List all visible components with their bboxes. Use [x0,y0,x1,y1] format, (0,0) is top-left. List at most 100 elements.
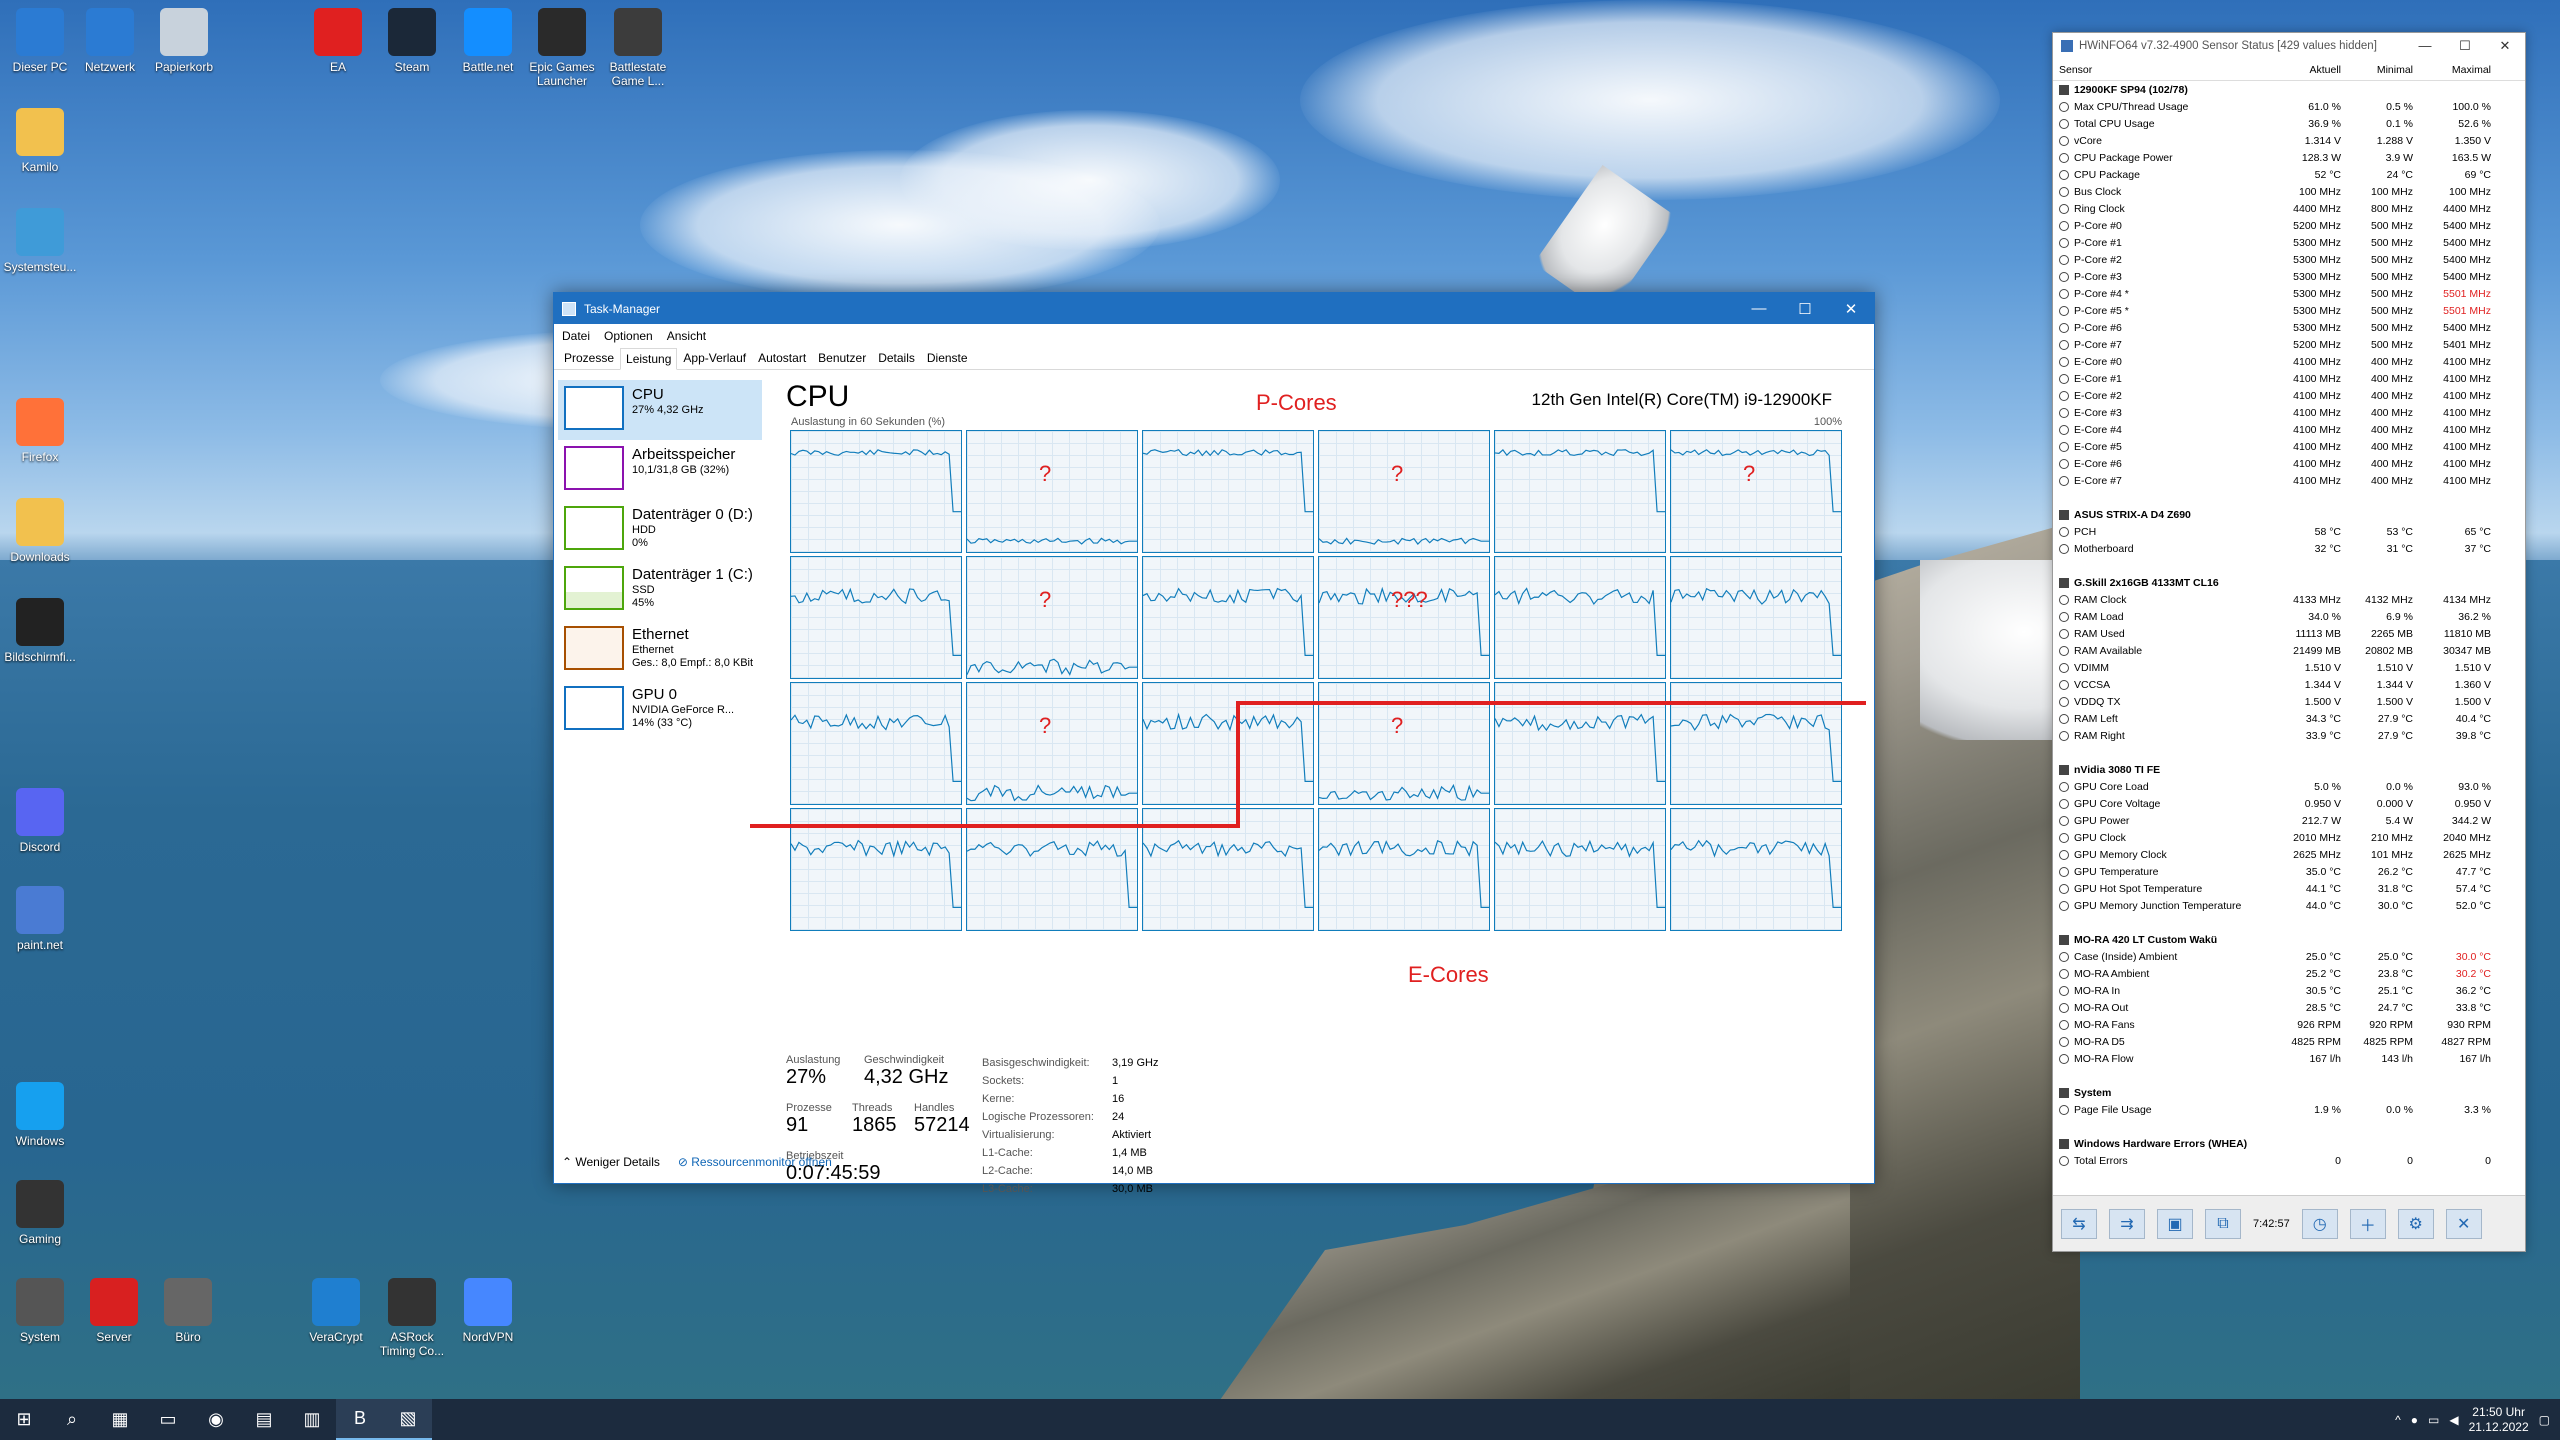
desktop-icon[interactable]: EA [298,8,378,74]
sensor-row[interactable]: P-Core #3 5300 MHz 500 MHz 5400 MHz [2053,268,2525,285]
desktop-icon[interactable]: Battlestate Game L... [598,8,678,88]
hwinfo-title-bar[interactable]: HWiNFO64 v7.32-4900 Sensor Status [429 v… [2053,33,2525,59]
sensor-row[interactable]: E-Core #4 4100 MHz 400 MHz 4100 MHz [2053,421,2525,438]
clock-icon[interactable]: ◷ [2301,1208,2338,1239]
sensor-row[interactable]: MO-RA Flow 167 l/h 143 l/h 167 l/h [2053,1050,2525,1067]
sensor-row[interactable]: MO-RA Ambient 25.2 °C 23.8 °C 30.2 °C [2053,965,2525,982]
sensor-row[interactable]: Case (Inside) Ambient 25.0 °C 25.0 °C 30.0 … [2053,948,2525,965]
desktop-icon[interactable]: Büro [148,1278,228,1344]
sensor-row[interactable]: P-Core #5 * 5300 MHz 500 MHz 5501 MHz [2053,302,2525,319]
tab-benutzer[interactable]: Benutzer [812,347,872,369]
sensor-group[interactable]: Windows Hardware Errors (WHEA) [2053,1135,2525,1152]
hwinfo-close-icon[interactable]: ✕ [2485,38,2525,54]
sensor-row[interactable]: E-Core #1 4100 MHz 400 MHz 4100 MHz [2053,370,2525,387]
sensor-row[interactable]: P-Core #2 5300 MHz 500 MHz 5400 MHz [2053,251,2525,268]
sensor-row[interactable]: GPU Memory Clock 2625 MHz 101 MHz 2625 MHz [2053,846,2525,863]
sensor-row[interactable]: P-Core #6 5300 MHz 500 MHz 5400 MHz [2053,319,2525,336]
desktop-icon[interactable]: Steam [372,8,452,74]
desktop-icon[interactable]: Discord [0,788,80,854]
col-sensor[interactable]: Sensor [2053,64,2275,76]
sensor-row[interactable]: P-Core #1 5300 MHz 500 MHz 5400 MHz [2053,234,2525,251]
sensor-row[interactable]: E-Core #7 4100 MHz 400 MHz 4100 MHz [2053,472,2525,489]
firefox-icon[interactable]: ◉ [192,1399,240,1440]
hwinfo-maximize-icon[interactable]: ☐ [2445,38,2485,54]
desktop-icon[interactable]: Epic Games Launcher [522,8,602,88]
sensor-row[interactable]: P-Core #7 5200 MHz 500 MHz 5401 MHz [2053,336,2525,353]
sensor-row[interactable]: vCore 1.314 V 1.288 V 1.350 V [2053,132,2525,149]
sensor-row[interactable]: Bus Clock 100 MHz 100 MHz 100 MHz [2053,183,2525,200]
desktop-icon[interactable]: Battle.net [448,8,528,74]
sensor-group[interactable]: G.Skill 2x16GB 4133MT CL16 [2053,574,2525,591]
sensor-row[interactable]: P-Core #0 5200 MHz 500 MHz 5400 MHz [2053,217,2525,234]
sidebar-item-memory[interactable]: Arbeitsspeicher 10,1/31,8 GB (32%) [558,440,762,500]
desktop-icon[interactable]: Papierkorb [144,8,224,74]
sensor-row[interactable]: GPU Core Load 5.0 % 0.0 % 93.0 % [2053,778,2525,795]
desktop-icon[interactable]: Windows [0,1082,80,1148]
tab-app-verlauf[interactable]: App-Verlauf [677,347,752,369]
nav-left-icon[interactable]: ⇆ [2061,1208,2097,1239]
sensor-row[interactable]: VCCSA 1.344 V 1.344 V 1.360 V [2053,676,2525,693]
tab-dienste[interactable]: Dienste [921,347,974,369]
desktop-icon[interactable]: paint.net [0,886,80,952]
col-min[interactable]: Minimal [2347,64,2419,76]
sensor-row[interactable]: E-Core #6 4100 MHz 400 MHz 4100 MHz [2053,455,2525,472]
sensor-row[interactable]: E-Core #0 4100 MHz 400 MHz 4100 MHz [2053,353,2525,370]
desktop-icon[interactable]: NordVPN [448,1278,528,1344]
mic-icon[interactable]: ● [2411,1413,2418,1427]
sensor-row[interactable]: MO-RA In 30.5 °C 25.1 °C 36.2 °C [2053,982,2525,999]
explorer-icon[interactable]: ▭ [144,1399,192,1440]
close-sensors-icon[interactable]: ✕ [2445,1208,2482,1239]
calculator-icon[interactable]: ▦ [96,1399,144,1440]
sensor-row[interactable]: P-Core #4 * 5300 MHz 500 MHz 5501 MHz [2053,285,2525,302]
desktop-icon[interactable]: Gaming [0,1180,80,1246]
sensor-row[interactable]: E-Core #2 4100 MHz 400 MHz 4100 MHz [2053,387,2525,404]
sidebar-item-disk0[interactable]: Datenträger 0 (D:) HDD 0% [558,500,762,560]
tab-prozesse[interactable]: Prozesse [558,347,620,369]
clock[interactable]: 21:50 Uhr 21.12.2022 [2469,1405,2529,1435]
title-bar[interactable]: Task-Manager — ☐ ✕ [554,293,1874,324]
desktop-icon[interactable]: System [0,1278,80,1344]
col-max[interactable]: Maximal [2419,64,2497,76]
nav-right-icon[interactable]: ⇉ [2109,1208,2145,1239]
desktop-icon[interactable]: Downloads [0,498,80,564]
maximize-icon[interactable]: ☐ [1782,300,1828,318]
desktop-icon[interactable]: Dieser PC [0,8,80,74]
tray-chevron-icon[interactable]: ^ [2395,1413,2401,1427]
sensor-row[interactable]: RAM Used 11113 MB 2265 MB 11810 MB [2053,625,2525,642]
sensor-group[interactable]: nVidia 3080 TI FE [2053,761,2525,778]
settings-icon[interactable]: ⚙ [2397,1208,2434,1239]
add-icon[interactable]: ＋ [2349,1208,2386,1239]
sensor-row[interactable]: Ring Clock 4400 MHz 800 MHz 4400 MHz [2053,200,2525,217]
sidebar-item-disk1[interactable]: Datenträger 1 (C:) SSD 45% [558,560,762,620]
desktop-icon[interactable]: ASRock Timing Co... [372,1278,452,1358]
sensor-settings-icon[interactable]: ▣ [2157,1208,2193,1239]
battlefield-icon[interactable]: B [336,1399,384,1440]
tab-leistung[interactable]: Leistung [620,348,678,370]
sensor-row[interactable]: GPU Clock 2010 MHz 210 MHz 2040 MHz [2053,829,2525,846]
menu-optionen[interactable]: Optionen [604,329,653,343]
sidebar-item-ethernet[interactable]: Ethernet Ethernet Ges.: 8,0 Empf.: 8,0 KBi… [558,620,762,680]
sensor-row[interactable]: VDDQ TX 1.500 V 1.500 V 1.500 V [2053,693,2525,710]
desktop-icon[interactable]: Bildschirmfi... [0,598,80,664]
desktop-icon[interactable]: Systemsteu... [0,208,80,274]
search-icon[interactable]: ⌕ [48,1399,96,1440]
hwinfo-minimize-icon[interactable]: — [2405,38,2445,54]
fewer-details-link[interactable]: ⌃ Weniger Details [562,1155,660,1169]
sensor-row[interactable]: Max CPU/Thread Usage 61.0 % 0.5 % 100.0 % [2053,98,2525,115]
sensor-row[interactable]: MO-RA D5 4825 RPM 4825 RPM 4827 RPM [2053,1033,2525,1050]
desktop-icon[interactable]: VeraCrypt [296,1278,376,1344]
notifications-icon[interactable]: ▢ [2539,1413,2550,1427]
sensor-row[interactable]: PCH 58 °C 53 °C 65 °C [2053,523,2525,540]
desktop-icon[interactable]: Firefox [0,398,80,464]
sensor-row[interactable]: E-Core #5 4100 MHz 400 MHz 4100 MHz [2053,438,2525,455]
sensor-group[interactable]: 12900KF SP94 (102/78) [2053,81,2525,98]
tab-details[interactable]: Details [872,347,921,369]
sensor-row[interactable]: RAM Available 21499 MB 20802 MB 30347 MB [2053,642,2525,659]
desktop-icon[interactable]: Netzwerk [70,8,150,74]
resource-monitor-link[interactable]: ⊘ Ressourcenmonitor öffnen [678,1155,832,1169]
sensor-row[interactable]: Total CPU Usage 36.9 % 0.1 % 52.6 % [2053,115,2525,132]
minimize-icon[interactable]: — [1736,300,1782,318]
sensor-row[interactable]: Page File Usage 1.9 % 0.0 % 3.3 % [2053,1101,2525,1118]
sensor-group[interactable]: ASUS STRIX-A D4 Z690 [2053,506,2525,523]
sensor-row[interactable]: RAM Left 34.3 °C 27.9 °C 40.4 °C [2053,710,2525,727]
